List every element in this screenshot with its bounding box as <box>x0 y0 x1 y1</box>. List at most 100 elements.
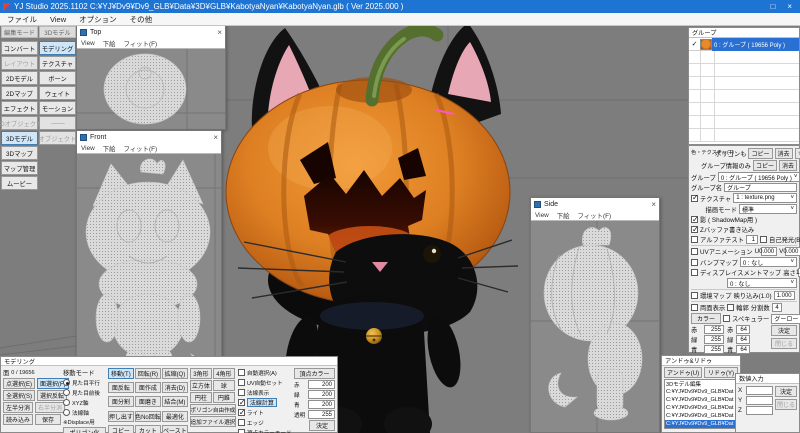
add-file-button[interactable]: 追加ファイル選択 <box>190 416 236 427</box>
delete-button[interactable]: 消去(D) <box>162 382 188 393</box>
undo-button[interactable]: アンドゥ(U) <box>664 367 702 378</box>
cone-button[interactable]: 円錐 <box>213 392 235 403</box>
material-close-button[interactable]: 閉じる <box>771 338 797 349</box>
mode-effect[interactable]: エフェクト <box>1 101 38 115</box>
group-info-copy-button[interactable]: コピー <box>753 160 777 171</box>
select-all-button[interactable]: 全選択(S) <box>3 390 35 401</box>
z-input[interactable] <box>746 406 773 415</box>
delete-right-half-button[interactable]: 右半分消 <box>35 402 65 413</box>
texture-dropdown[interactable]: 1 : texture.png˅ <box>733 193 797 203</box>
auto-select-checkbox[interactable] <box>238 369 245 376</box>
front-menu-view[interactable]: View <box>81 145 95 152</box>
mode-map-manage[interactable]: マップ管理 <box>1 161 38 175</box>
mode-bone[interactable]: ボーン <box>39 71 76 85</box>
drawmode-dropdown[interactable]: 標準˅ <box>739 204 797 214</box>
edge-checkbox[interactable] <box>238 419 245 426</box>
mode-2d-map[interactable]: 2Dマップ <box>1 86 38 100</box>
create-face-button[interactable]: 面作成 <box>135 382 161 393</box>
mode-modeling[interactable]: モデリング <box>39 41 76 55</box>
color-no-rotate-button[interactable]: 色No回転 <box>135 411 161 422</box>
mode-texture[interactable]: テクスチャ <box>39 56 76 70</box>
bloom-checkbox[interactable] <box>760 236 767 243</box>
group-info-clear-button[interactable]: 消去 <box>779 160 797 171</box>
zbuffer-checkbox[interactable] <box>691 226 698 233</box>
move-normal-radio[interactable] <box>63 409 70 416</box>
color-button[interactable]: カラー <box>691 313 721 324</box>
group-visible-check[interactable]: ✓ <box>689 40 700 48</box>
vc-alpha-input[interactable]: 255 <box>308 410 335 419</box>
front-menu-fit[interactable]: フィット(F) <box>124 144 158 153</box>
free-polygon-button[interactable]: ポリゴン自由作成 <box>190 404 236 415</box>
polygonize-button[interactable]: ポリゴン化 <box>63 427 106 433</box>
side-menu-view[interactable]: View <box>535 212 549 219</box>
vertex-color-button[interactable]: 頂点カラー <box>294 368 335 379</box>
side-menu-underlay[interactable]: 下絵 <box>557 211 570 220</box>
polygon-clear-button[interactable]: 消去 <box>775 148 793 159</box>
mode-3d-object[interactable]: 3Dオブジェクト <box>1 116 38 130</box>
normal-display-checkbox[interactable] <box>238 389 245 396</box>
optimize-button[interactable]: 最適化 <box>162 411 188 422</box>
vc-green-input[interactable]: 200 <box>308 390 335 399</box>
history-item-selected[interactable]: C:¥YJ¥Dv9¥Dv9_GLB¥Dat <box>665 420 737 428</box>
side-menu-fit[interactable]: フィット(F) <box>578 211 612 220</box>
numeric-ok-button[interactable]: 決定 <box>775 386 797 397</box>
group-label[interactable]: 0 : グループ ( 19656 Poly ) <box>712 38 799 51</box>
texture-checkbox[interactable] <box>691 195 698 202</box>
specular-checkbox[interactable] <box>723 315 730 322</box>
uv-autoset-checkbox[interactable] <box>238 379 245 386</box>
move-xyz-radio[interactable] <box>63 399 70 406</box>
vc-red-input[interactable]: 200 <box>308 380 335 389</box>
vertex-color-ok-button[interactable]: 決定 <box>309 420 335 431</box>
paste-button[interactable]: ペースト <box>162 425 188 433</box>
alphatest-checkbox[interactable] <box>691 236 698 243</box>
history-item[interactable]: C:¥YJ¥Dv9¥Dv9_GLB¥Dat <box>665 412 737 420</box>
split-face-button[interactable]: 面分割 <box>108 396 134 407</box>
mode-3d-model[interactable]: 3Dモデル <box>1 131 38 145</box>
quad-button[interactable]: 4角形 <box>213 368 235 379</box>
bump-checkbox[interactable] <box>691 259 698 266</box>
spec-green-input[interactable]: 64 <box>736 335 750 344</box>
front-menu-underlay[interactable]: 下絵 <box>103 144 116 153</box>
group-select-dropdown[interactable]: 0 : グループ ( 19656 Poly )˅ <box>718 172 800 182</box>
bump-dropdown[interactable]: 0 : なし˅ <box>740 257 797 267</box>
extrude-button[interactable]: 押し出す <box>108 411 134 422</box>
v-input[interactable]: 0.000 <box>785 247 800 256</box>
cube-button[interactable]: 立方体 <box>190 380 212 391</box>
displacement-checkbox[interactable] <box>691 269 698 276</box>
mode-layout[interactable]: レイアウト <box>1 56 38 70</box>
normal-calc-button[interactable]: 法線計算 <box>247 398 277 407</box>
triangle-button[interactable]: 3角形 <box>190 368 212 379</box>
y-input[interactable] <box>746 396 773 405</box>
cylinder-button[interactable]: 円柱 <box>190 392 212 403</box>
light-checkbox[interactable] <box>238 409 245 416</box>
rotate-button[interactable]: 回転(R) <box>135 368 161 379</box>
blue-input[interactable]: 255 <box>704 345 724 354</box>
load-button[interactable]: 読み込み <box>3 414 33 425</box>
cut-button[interactable]: カット <box>135 425 161 433</box>
side-viewport-canvas[interactable] <box>531 221 659 432</box>
top-menu-fit[interactable]: フィット(F) <box>124 39 158 48</box>
group-row[interactable]: ✓ 0 : グループ ( 19656 Poly ) <box>689 38 799 51</box>
menu-view[interactable]: View <box>50 15 66 24</box>
mode-motion[interactable]: モーション <box>39 101 76 115</box>
history-item[interactable]: C:¥YJ¥Dv9¥Dv9_GLB¥Dat <box>665 404 737 412</box>
green-input[interactable]: 255 <box>704 335 724 344</box>
copy-button[interactable]: コピー <box>108 425 134 433</box>
mode-3d-map[interactable]: 3Dマップ <box>1 146 38 160</box>
front-close-icon[interactable]: × <box>213 133 218 142</box>
top-viewport-canvas[interactable] <box>77 49 225 129</box>
mode-object[interactable]: オブジェクト <box>39 131 76 145</box>
envmap-checkbox[interactable] <box>691 292 698 299</box>
menu-file[interactable]: ファイル <box>7 14 37 25</box>
menu-other[interactable]: その他 <box>130 14 153 25</box>
top-close-icon[interactable]: × <box>217 28 222 37</box>
spec-blue-input[interactable]: 64 <box>736 345 750 354</box>
flip-face-button[interactable]: 面反転 <box>108 382 134 393</box>
x-input[interactable] <box>746 386 773 395</box>
top-menu-underlay[interactable]: 下絵 <box>103 39 116 48</box>
material-ok-button[interactable]: 決定 <box>771 325 797 336</box>
history-item[interactable]: C:¥YJ¥Dv9¥Dv9_GLB¥Dat <box>665 388 737 396</box>
scale-button[interactable]: 拡縮(Q) <box>162 368 188 379</box>
maximize-button[interactable]: □ <box>770 2 775 11</box>
outline-checkbox[interactable] <box>727 304 734 311</box>
